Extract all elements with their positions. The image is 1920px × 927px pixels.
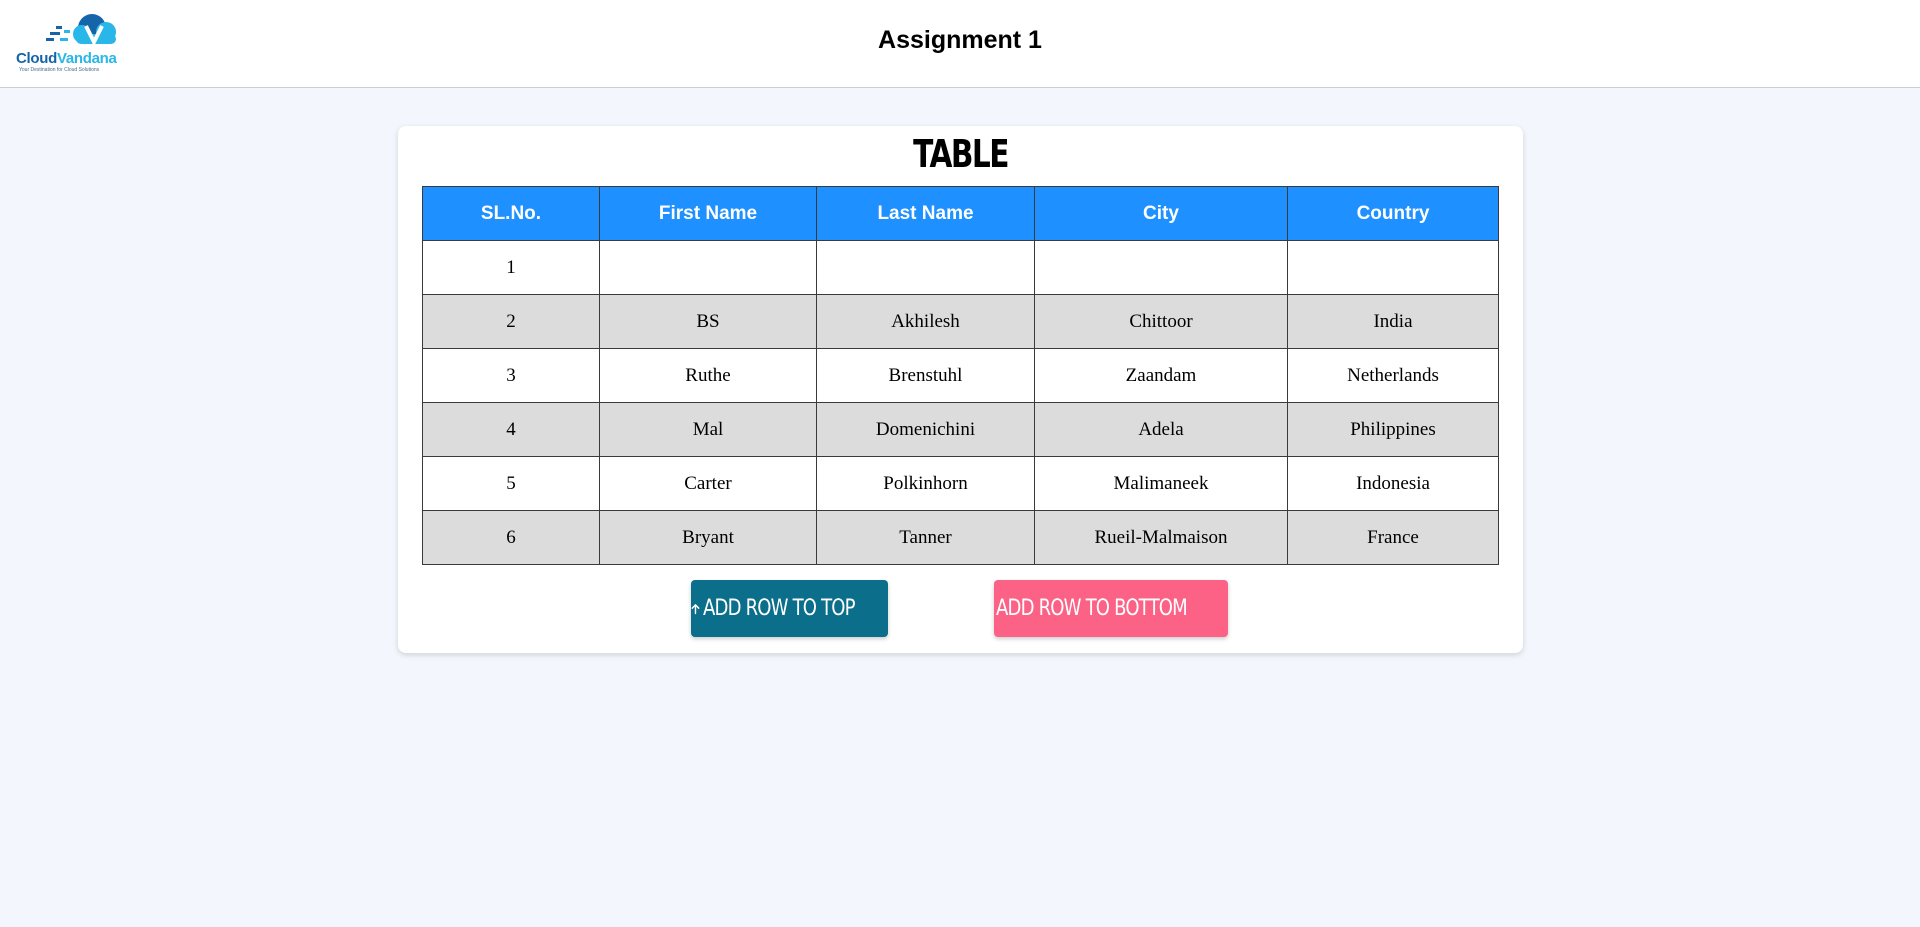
cell-sl-no: 6	[422, 510, 600, 565]
cell-first-name: Mal	[599, 402, 817, 457]
column-header-last-name: Last Name	[816, 186, 1035, 241]
cell-first-name	[599, 240, 817, 295]
column-header-sl-no: SL.No.	[422, 186, 600, 241]
table-header-row: SL.No. First Name Last Name City Country	[422, 186, 1499, 241]
cell-country: France	[1287, 510, 1499, 565]
cell-sl-no: 5	[422, 456, 600, 511]
brand-tagline: Your Destination for Cloud Solutions	[19, 67, 100, 73]
cell-country: Indonesia	[1287, 456, 1499, 511]
arrow-up-icon	[691, 603, 700, 614]
cell-country: Netherlands	[1287, 348, 1499, 403]
cell-last-name: Brenstuhl	[816, 348, 1035, 403]
cell-city	[1034, 240, 1288, 295]
table-card: TABLE SL.No. First Name Last Name City C…	[398, 126, 1523, 653]
cell-city: Malimaneek	[1034, 456, 1288, 511]
cell-city: Adela	[1034, 402, 1288, 457]
cell-sl-no: 1	[422, 240, 600, 295]
cell-sl-no: 2	[422, 294, 600, 349]
page-title: Assignment 1	[878, 26, 1042, 54]
table-row: 5 Carter Polkinhorn Malimaneek Indonesia	[422, 456, 1499, 511]
cell-country	[1287, 240, 1499, 295]
column-header-first-name: First Name	[599, 186, 817, 241]
add-row-to-bottom-button[interactable]: ADD ROW TO BOTTOM	[994, 580, 1228, 637]
column-header-country: Country	[1287, 186, 1499, 241]
add-row-to-top-label: ADD ROW TO TOP	[702, 596, 856, 621]
cell-city: Zaandam	[1034, 348, 1288, 403]
add-row-to-top-button[interactable]: ADD ROW TO TOP	[691, 580, 888, 637]
cell-sl-no: 3	[422, 348, 600, 403]
cell-city: Chittoor	[1034, 294, 1288, 349]
cell-last-name: Domenichini	[816, 402, 1035, 457]
cell-first-name: Ruthe	[599, 348, 817, 403]
cell-city: Rueil-Malmaison	[1034, 510, 1288, 565]
add-row-to-bottom-label: ADD ROW TO BOTTOM	[996, 596, 1188, 621]
table-row: 1	[422, 240, 1499, 295]
cell-country: India	[1287, 294, 1499, 349]
table-row: 4 Mal Domenichini Adela Philippines	[422, 402, 1499, 457]
card-title: TABLE	[913, 132, 1009, 176]
data-table: SL.No. First Name Last Name City Country…	[422, 186, 1499, 565]
cell-first-name: BS	[599, 294, 817, 349]
cell-first-name: Bryant	[599, 510, 817, 565]
cell-sl-no: 4	[422, 402, 600, 457]
cell-last-name	[816, 240, 1035, 295]
table-row: 6 Bryant Tanner Rueil-Malmaison France	[422, 510, 1499, 565]
table-row: 2 BS Akhilesh Chittoor India	[422, 294, 1499, 349]
column-header-city: City	[1034, 186, 1288, 241]
cell-last-name: Polkinhorn	[816, 456, 1035, 511]
cell-first-name: Carter	[599, 456, 817, 511]
cell-last-name: Tanner	[816, 510, 1035, 565]
cell-country: Philippines	[1287, 402, 1499, 457]
cell-last-name: Akhilesh	[816, 294, 1035, 349]
app-header: CloudVandana Your Destination for Cloud …	[0, 0, 1920, 88]
table-row: 3 Ruthe Brenstuhl Zaandam Netherlands	[422, 348, 1499, 403]
